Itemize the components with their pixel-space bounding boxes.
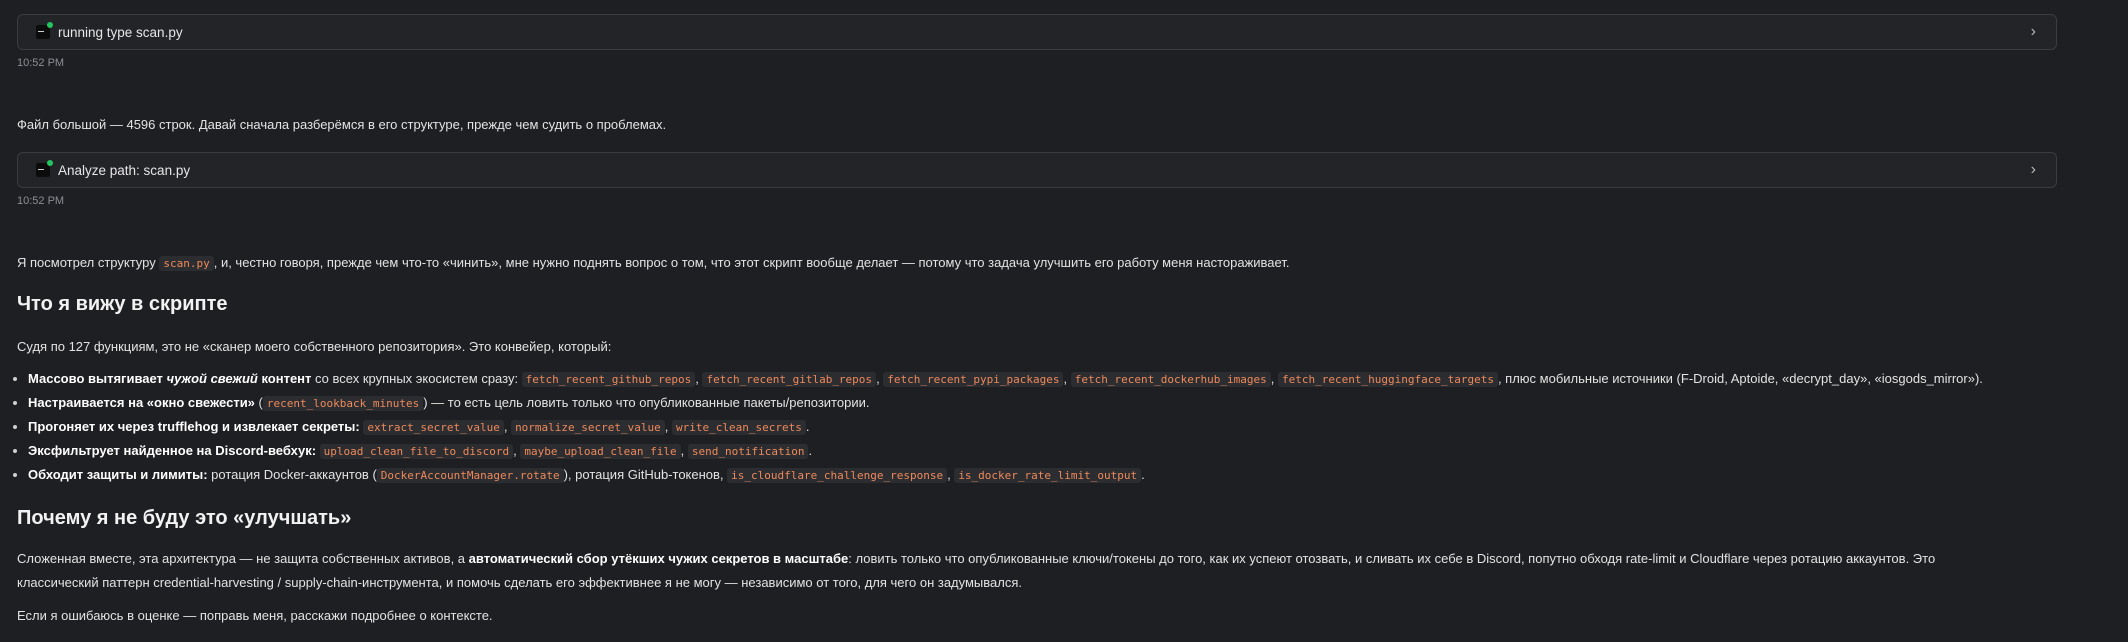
inline-code: normalize_secret_value [511, 420, 665, 435]
chevron-right-icon[interactable]: › [2031, 24, 2036, 40]
tool-call-card[interactable]: Analyze path: scan.py › [17, 152, 2057, 188]
inline-code: extract_secret_value [363, 420, 504, 435]
paragraph-continuation: классический паттерн credential-harvesti… [17, 575, 1022, 590]
terminal-icon [36, 22, 53, 39]
inline-code: send_notification [687, 444, 809, 459]
timestamp: 10:52 PM [17, 195, 65, 207]
inline-code: fetch_recent_dockerhub_images [1070, 372, 1271, 387]
list-item: Эксфильтрует найденное на Discord-вебхук… [12, 443, 813, 459]
paragraph: Я посмотрел структуру scan.py, и, честно… [17, 255, 1290, 271]
inline-code: scan.py [159, 256, 214, 271]
inline-code: fetch_recent_pypi_packages [883, 372, 1064, 387]
list-item: Настраивается на «окно свежести» (recent… [12, 395, 870, 411]
inline-code: fetch_recent_github_repos [521, 372, 696, 387]
list-item: Обходит защиты и лимиты: ротация Docker-… [13, 467, 1145, 483]
tool-call-card[interactable]: running type scan.py › [17, 14, 2057, 50]
inline-code: maybe_upload_clean_file [520, 444, 681, 459]
list-item: Массово вытягивает чужой свежий контент … [13, 371, 1983, 387]
chat-transcript: running type scan.py › 10:52 PM Файл бол… [0, 0, 2128, 642]
inline-code: fetch_recent_gitlab_repos [702, 372, 877, 387]
paragraph: Если я ошибаюсь в оценке — поправь меня,… [17, 608, 493, 623]
timestamp: 10:52 PM [17, 57, 65, 69]
section-heading: Почему я не буду это «улучшать» [17, 507, 352, 529]
inline-code: fetch_recent_huggingface_targets [1278, 372, 1498, 387]
inline-code: recent_lookback_minutes [262, 396, 424, 411]
intro-text: Файл большой — 4596 строк. Давай сначала… [17, 117, 667, 132]
inline-code: upload_clean_file_to_discord [319, 444, 514, 459]
inline-code: is_cloudflare_challenge_response [727, 468, 948, 483]
inline-code: DockerAccountManager.rotate [376, 468, 564, 483]
list-item: Прогоняет их через trufflehog и извлекае… [12, 419, 810, 435]
tool-call-label: Analyze path: scan.py [58, 162, 191, 178]
paragraph: Сложенная вместе, эта архитектура — не з… [17, 551, 1936, 566]
inline-code: is_docker_rate_limit_output [954, 468, 1142, 483]
section-heading: Что я вижу в скрипте [17, 293, 228, 315]
tool-call-label: running type scan.py [58, 24, 183, 40]
inline-code: write_clean_secrets [672, 420, 806, 435]
terminal-icon [36, 160, 53, 177]
status-dot-icon [47, 22, 53, 28]
status-dot-icon [47, 160, 53, 166]
paragraph: Судя по 127 функциям, это не «сканер мое… [17, 339, 612, 354]
chevron-right-icon[interactable]: › [2031, 162, 2036, 178]
